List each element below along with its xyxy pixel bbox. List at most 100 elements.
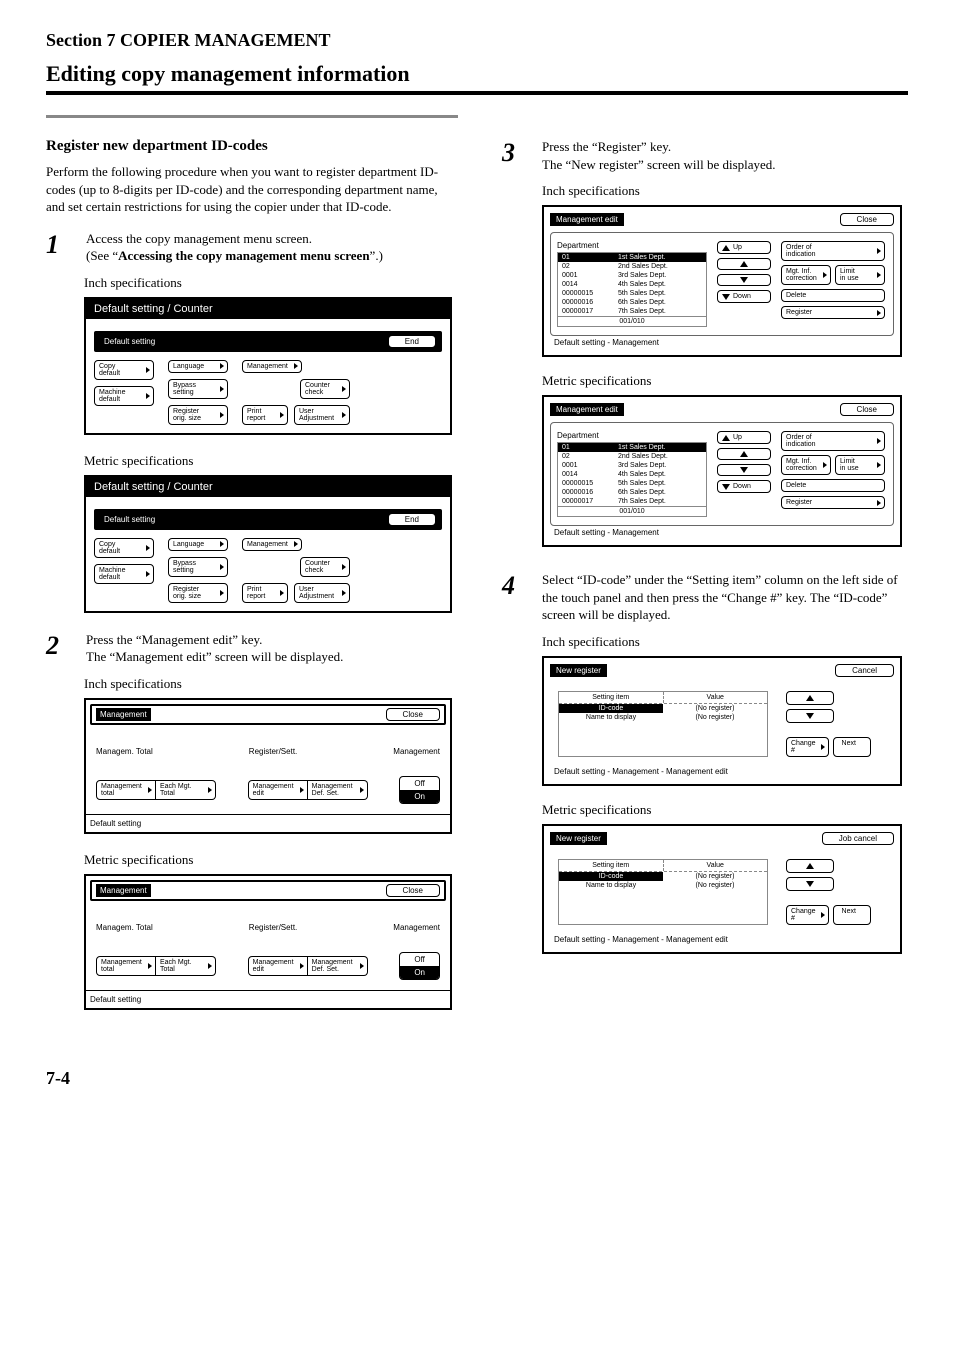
management-button[interactable]: Management [242, 538, 302, 551]
figure-management-inch: Management Close Managem. Total Register… [84, 698, 452, 834]
mgmt-on-button[interactable]: On [400, 790, 439, 803]
counter-check-button[interactable]: Counter check [300, 379, 350, 399]
print-report-button[interactable]: Print report [242, 583, 288, 603]
print-report-button[interactable]: Print report [242, 405, 288, 425]
management-button[interactable]: Management [242, 360, 302, 373]
title-bar: Editing copy management information [46, 61, 908, 95]
mgt-inf-correction-button[interactable]: Mgt. Inf. correction [781, 265, 831, 285]
mgmt-off-button[interactable]: Off [400, 777, 439, 790]
list-item[interactable]: 00144th Sales Dept. [558, 470, 706, 479]
machine-default-button[interactable]: Machine default [94, 564, 154, 584]
limit-in-use-button[interactable]: Limit in use [835, 265, 885, 285]
list-item[interactable]: 011st Sales Dept. [558, 253, 706, 262]
step-1-line1: Access the copy management menu screen. [86, 231, 312, 246]
step-2-line2: The “Management edit” screen will be dis… [86, 649, 343, 664]
management-total-button[interactable]: Management total [96, 956, 156, 976]
table-row[interactable]: ID-code(No register) [559, 704, 767, 713]
end-button[interactable]: End [388, 513, 436, 526]
scroll-up-button[interactable] [717, 448, 771, 460]
list-item[interactable]: 000000166th Sales Dept. [558, 298, 706, 307]
step-1-metric-label: Metric specifications [84, 453, 452, 469]
next-button[interactable]: Next [833, 905, 871, 925]
machine-default-button[interactable]: Machine default [94, 386, 154, 406]
list-item[interactable]: 022nd Sales Dept. [558, 452, 706, 461]
scroll-down-button[interactable] [717, 274, 771, 286]
up-button[interactable]: Up [717, 241, 771, 254]
close-button[interactable]: Close [840, 213, 894, 226]
nr-footer: Default setting - Management - Managemen… [550, 933, 894, 946]
dsc-default-label: Default setting [100, 335, 159, 348]
down-button[interactable]: Down [717, 290, 771, 303]
mgmt-top-bar: Management Close [90, 704, 446, 725]
close-button[interactable]: Close [386, 708, 440, 721]
bypass-setting-button[interactable]: Bypass setting [168, 557, 228, 577]
delete-button[interactable]: Delete [781, 479, 885, 492]
list-item[interactable]: 00013rd Sales Dept. [558, 461, 706, 470]
next-button[interactable]: Next [833, 737, 871, 757]
counter-check-button[interactable]: Counter check [300, 557, 350, 577]
mgmt-off-button[interactable]: Off [400, 953, 439, 966]
list-item[interactable]: 000000166th Sales Dept. [558, 488, 706, 497]
table-row[interactable]: ID-code(No register) [559, 872, 767, 881]
close-button[interactable]: Close [386, 884, 440, 897]
change-number-button[interactable]: Change # [786, 737, 829, 757]
management-edit-button[interactable]: Management edit [248, 956, 308, 976]
change-number-button[interactable]: Change # [786, 905, 829, 925]
user-adjustment-button[interactable]: User Adjustment [294, 583, 350, 603]
scroll-up-button[interactable] [786, 691, 834, 705]
scroll-up-button[interactable] [717, 258, 771, 270]
end-button[interactable]: End [388, 335, 436, 348]
mgmt-footer: Default setting [86, 814, 450, 832]
step-3-inch-label: Inch specifications [542, 183, 908, 199]
list-item[interactable]: 022nd Sales Dept. [558, 262, 706, 271]
register-button[interactable]: Register [781, 496, 885, 509]
scroll-up-button[interactable] [786, 859, 834, 873]
copy-default-button[interactable]: Copy default [94, 360, 154, 380]
management-def-set-button[interactable]: Management Def. Set. [308, 780, 368, 800]
list-item[interactable]: 000000177th Sales Dept. [558, 497, 706, 506]
each-mgt-total-button[interactable]: Each Mgt. Total [156, 780, 216, 800]
scroll-down-button[interactable] [786, 877, 834, 891]
bypass-setting-button[interactable]: Bypass setting [168, 379, 228, 399]
table-row[interactable]: Name to display(No register) [559, 713, 767, 722]
scroll-down-button[interactable] [717, 464, 771, 476]
limit-in-use-button[interactable]: Limit in use [835, 455, 885, 475]
nr-table: Setting item Value ID-code(No register) … [558, 691, 768, 757]
job-cancel-button[interactable]: Job cancel [822, 832, 894, 845]
list-item[interactable]: 00144th Sales Dept. [558, 280, 706, 289]
register-button[interactable]: Register [781, 306, 885, 319]
list-item[interactable]: 00013rd Sales Dept. [558, 271, 706, 280]
copy-default-button[interactable]: Copy default [94, 538, 154, 558]
figure-new-register-inch: New register Cancel Setting item Value I… [542, 656, 902, 786]
register-subtitle: Register new department ID-codes [46, 138, 452, 155]
down-button[interactable]: Down [717, 480, 771, 493]
each-mgt-total-button[interactable]: Each Mgt. Total [156, 956, 216, 976]
list-item[interactable]: 000000155th Sales Dept. [558, 289, 706, 298]
table-row[interactable]: Name to display(No register) [559, 881, 767, 890]
figure-management-edit-inch: Management edit Close Department 011st S… [542, 205, 902, 357]
list-item[interactable]: 011st Sales Dept. [558, 443, 706, 452]
language-button[interactable]: Language [168, 360, 228, 373]
delete-button[interactable]: Delete [781, 289, 885, 302]
department-label: Department [557, 241, 707, 252]
order-indication-button[interactable]: Order of indication [781, 241, 885, 261]
order-indication-button[interactable]: Order of indication [781, 431, 885, 451]
user-adjustment-button[interactable]: User Adjustment [294, 405, 350, 425]
management-def-set-button[interactable]: Management Def. Set. [308, 956, 368, 976]
mgmt-on-button[interactable]: On [400, 966, 439, 979]
list-item[interactable]: 000000155th Sales Dept. [558, 479, 706, 488]
nr-table: Setting item Value ID-code(No register) … [558, 859, 768, 925]
up-button[interactable]: Up [717, 431, 771, 444]
dsc-default-label: Default setting [100, 513, 159, 526]
list-item[interactable]: 000000177th Sales Dept. [558, 307, 706, 316]
scroll-down-button[interactable] [786, 709, 834, 723]
register-orig-size-button[interactable]: Register orig. size [168, 405, 228, 425]
register-orig-size-button[interactable]: Register orig. size [168, 583, 228, 603]
management-total-button[interactable]: Management total [96, 780, 156, 800]
mgt-inf-correction-button[interactable]: Mgt. Inf. correction [781, 455, 831, 475]
language-button[interactable]: Language [168, 538, 228, 551]
close-button[interactable]: Close [840, 403, 894, 416]
management-edit-button[interactable]: Management edit [248, 780, 308, 800]
step-1-inch-label: Inch specifications [84, 275, 452, 291]
cancel-button[interactable]: Cancel [835, 664, 894, 677]
